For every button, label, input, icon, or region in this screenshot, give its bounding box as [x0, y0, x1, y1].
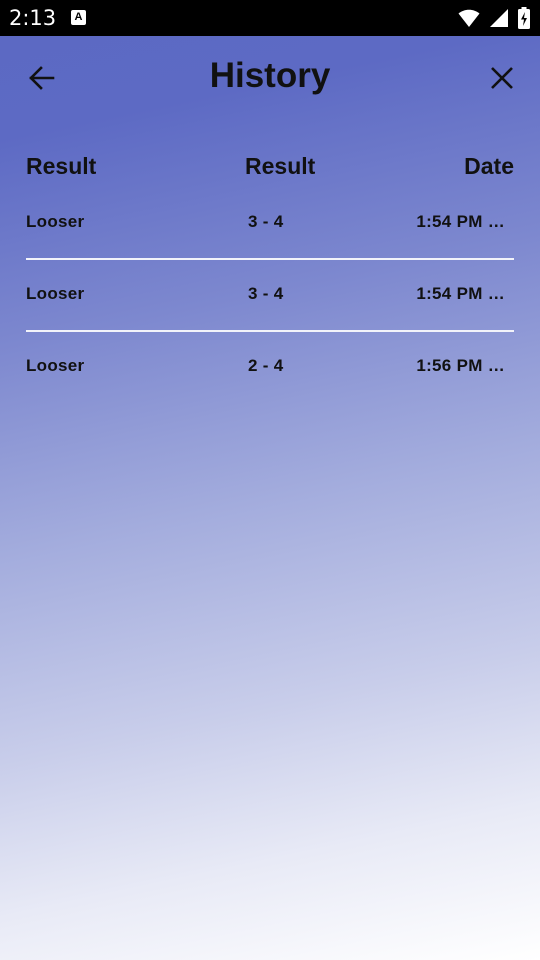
notification-icon: A: [71, 10, 86, 25]
table-row: Looser 3 - 4 1:54 PM …: [26, 188, 514, 260]
row-date: 1:54 PM …: [416, 212, 505, 231]
wifi-icon: [458, 9, 480, 27]
column-header-date: Date: [464, 153, 514, 179]
row-date: 1:54 PM …: [416, 284, 505, 303]
row-score: 3 - 4: [248, 284, 284, 303]
row-result: Looser: [26, 356, 85, 375]
table-body: Looser 3 - 4 1:54 PM … Looser 3 - 4 1:54…: [26, 188, 514, 404]
page-title: History: [209, 56, 331, 95]
row-result: Looser: [26, 284, 85, 303]
row-score: 2 - 4: [248, 356, 284, 375]
cellular-signal-icon: [490, 9, 508, 27]
battery-icon: [518, 7, 530, 29]
status-bar: 2:13 A: [0, 0, 540, 36]
column-header-result: Result: [26, 153, 97, 179]
close-button[interactable]: [482, 58, 522, 98]
history-table: Result Result Date Looser 3 - 4 1:54 PM …: [26, 148, 514, 375]
app-bar: History: [0, 36, 540, 120]
row-score: 3 - 4: [248, 212, 284, 231]
column-header-score: Result: [245, 153, 316, 179]
status-icons: [458, 7, 530, 29]
status-time: 2:13: [9, 6, 57, 30]
history-screen: History Result Result Date Looser 3 - 4 …: [0, 36, 540, 960]
row-result: Looser: [26, 212, 85, 231]
close-icon: [491, 67, 513, 89]
row-date: 1:56 PM …: [416, 356, 505, 375]
table-row: Looser 2 - 4 1:56 PM …: [26, 332, 514, 404]
table-header-row: Result Result Date: [26, 148, 514, 188]
table-row: Looser 3 - 4 1:54 PM …: [26, 260, 514, 332]
notification-icon-letter: A: [74, 11, 83, 23]
